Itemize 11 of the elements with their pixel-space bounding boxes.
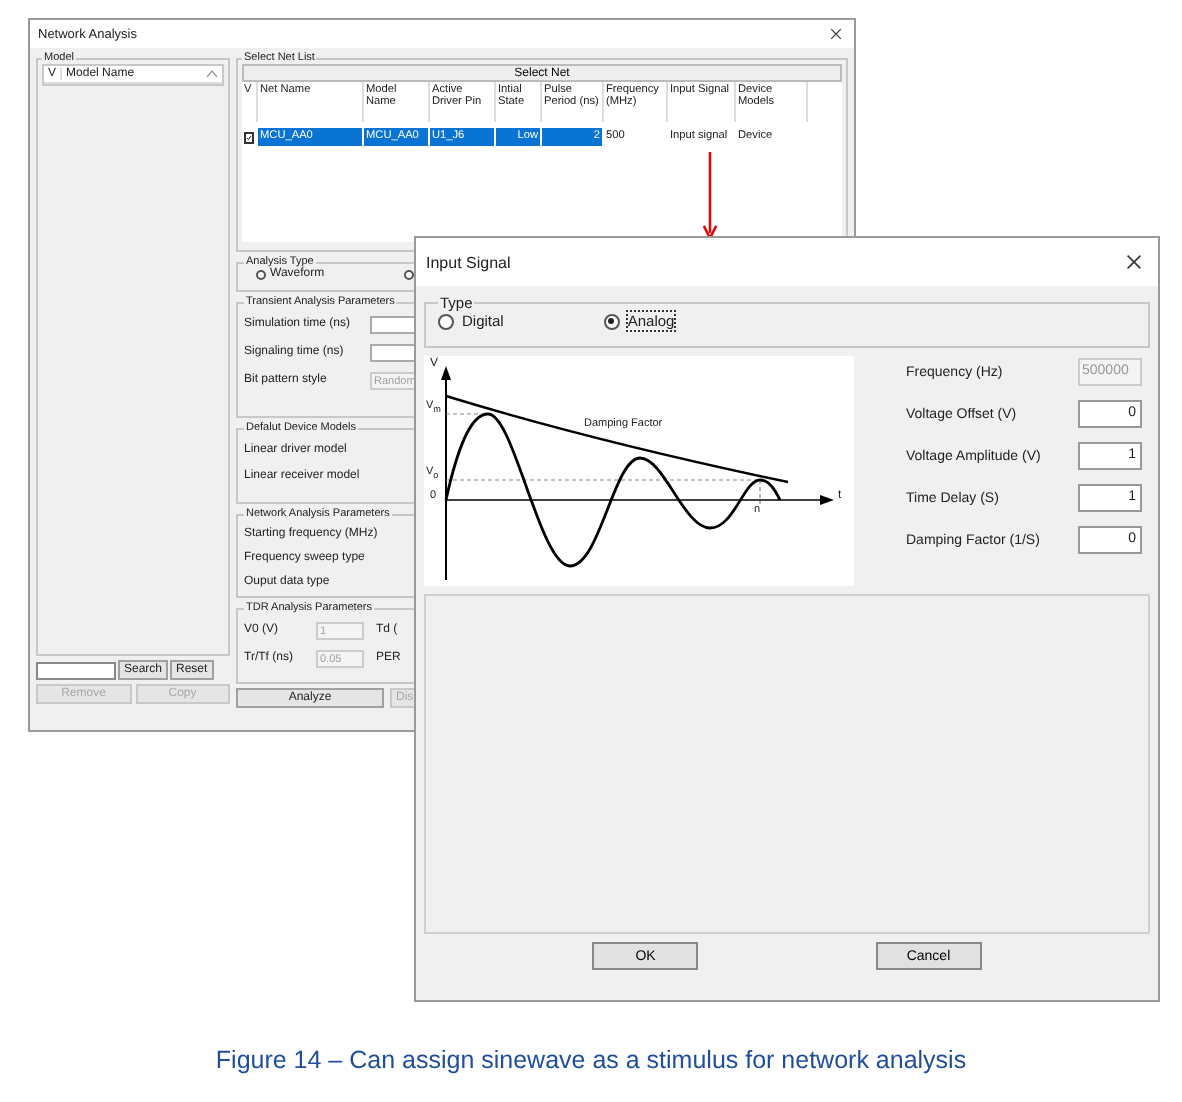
search-field[interactable] (36, 661, 116, 679)
close-icon[interactable] (1126, 254, 1142, 270)
radio-button[interactable] (603, 313, 620, 329)
arrow-icon (702, 152, 718, 240)
close-icon[interactable] (830, 28, 842, 40)
radio-button[interactable] (438, 313, 454, 329)
checkbox[interactable] (244, 131, 254, 143)
figure-caption: Figure 14 – Can assign sinewave as a stimulus for network analysis (213, 1046, 969, 1074)
sort-icon (206, 70, 218, 78)
dialog-title: Input Signal (426, 253, 511, 271)
radio-button[interactable] (256, 269, 266, 279)
